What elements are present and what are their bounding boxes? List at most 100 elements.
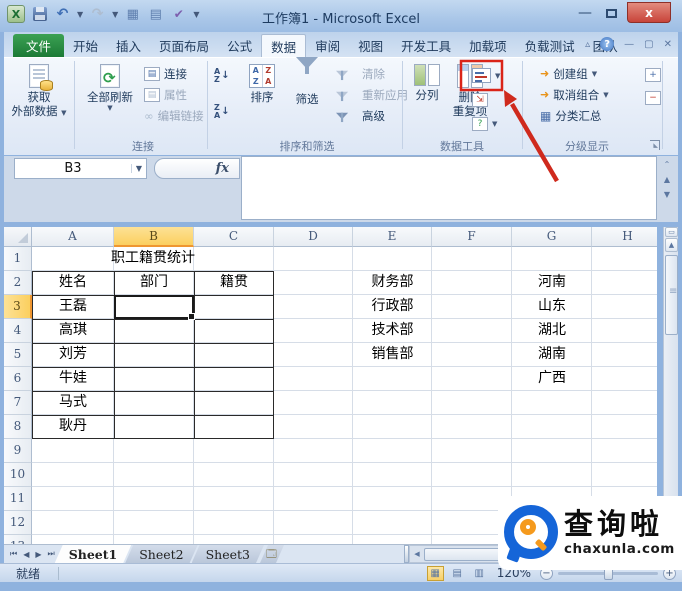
scroll-left-button[interactable]: ◀ (410, 550, 424, 558)
page-break-view-button[interactable]: ▥ (471, 566, 488, 581)
cell-A6[interactable]: 牛娃 (32, 367, 114, 391)
doc-minimize-icon[interactable]: — (624, 39, 634, 50)
horizontal-scroll-thumb[interactable] (424, 548, 502, 561)
tab-数据[interactable]: 数据 (261, 34, 306, 57)
tab-加载项[interactable]: 加载项 (460, 34, 516, 57)
cell-G6[interactable]: 广西 (512, 367, 592, 391)
cell-G5[interactable]: 湖南 (512, 343, 592, 367)
tab-插入[interactable]: 插入 (107, 34, 150, 57)
column-header-F[interactable]: F (432, 227, 512, 247)
cell-G3[interactable]: 山东 (512, 295, 592, 319)
collapse-ribbon-icon[interactable]: ▵ (585, 39, 590, 50)
name-box-dropdown-icon[interactable]: ▼ (131, 164, 146, 173)
cell-A7[interactable]: 马式 (32, 391, 114, 415)
cell-E2[interactable]: 财务部 (353, 271, 432, 295)
data-validation-button[interactable]: ▼ (472, 66, 500, 85)
connections-button[interactable]: ▤ 连接 (144, 64, 187, 83)
tab-公式[interactable]: 公式 (218, 34, 261, 57)
next-sheet-icon[interactable]: ▶ (33, 550, 43, 559)
tab-开发工具[interactable]: 开发工具 (392, 34, 460, 57)
advanced-filter-button[interactable]: 高级 (336, 106, 385, 125)
sheet-tab-Sheet3[interactable]: Sheet3 (192, 545, 264, 563)
column-header-B[interactable]: B (114, 227, 194, 247)
tab-视图[interactable]: 视图 (349, 34, 392, 57)
filter-button[interactable]: 筛选 (285, 61, 329, 137)
row-header-7[interactable]: 7 (4, 391, 32, 415)
last-sheet-icon[interactable]: ⏭ (46, 549, 57, 559)
row-header-10[interactable]: 10 (4, 463, 32, 487)
column-header-H[interactable]: H (592, 227, 657, 247)
tab-负载测试[interactable]: 负载测试 (516, 34, 584, 57)
tab-审阅[interactable]: 审阅 (306, 34, 349, 57)
page-layout-view-button[interactable]: ▤ (449, 566, 466, 581)
cell-E3[interactable]: 行政部 (353, 295, 432, 319)
insert-function-button[interactable]: fx (154, 158, 240, 179)
formula-scroll-up-icon[interactable]: ▲ (664, 175, 670, 184)
show-detail-button[interactable]: + (645, 65, 661, 84)
restore-button[interactable] (600, 4, 622, 22)
column-header-G[interactable]: G (512, 227, 592, 247)
cell-E4[interactable]: 技术部 (353, 319, 432, 343)
first-sheet-icon[interactable]: ⏮ (8, 549, 19, 559)
doc-close-icon[interactable]: ✕ (664, 39, 672, 50)
refresh-all-button[interactable]: ⟳ 全部刷新 ▼ (80, 61, 140, 137)
normal-view-button[interactable]: ▦ (427, 566, 444, 581)
cell-E5[interactable]: 销售部 (353, 343, 432, 367)
collapse-formula-bar-icon[interactable]: ⌃ (664, 160, 671, 169)
consolidate-button[interactable]: ⇲ (472, 90, 488, 109)
cell-A4[interactable]: 高琪 (32, 319, 114, 343)
outline-dialog-launcher-icon[interactable] (650, 140, 660, 150)
formula-input[interactable] (241, 156, 657, 220)
select-all-corner[interactable] (4, 227, 32, 247)
sheet-tab-Sheet1[interactable]: Sheet1 (55, 545, 132, 563)
tab-开始[interactable]: 开始 (64, 34, 107, 57)
cell-B2[interactable]: 部门 (114, 271, 194, 295)
sheet-nav-buttons[interactable]: ⏮ ◀ ▶ ⏭ (4, 545, 61, 563)
row-header-4[interactable]: 4 (4, 319, 32, 343)
sort-ascending-button[interactable]: AZ↓ (214, 66, 234, 85)
vertical-scroll-thumb[interactable] (665, 255, 678, 335)
row-header-9[interactable]: 9 (4, 439, 32, 463)
cell-A3[interactable]: 王磊 (32, 295, 114, 319)
help-icon[interactable]: ? (600, 37, 614, 51)
text-to-columns-button[interactable]: 分列 (406, 61, 448, 137)
row-header-8[interactable]: 8 (4, 415, 32, 439)
tab-file[interactable]: 文件 (13, 34, 64, 57)
row-header-5[interactable]: 5 (4, 343, 32, 367)
cell-G4[interactable]: 湖北 (512, 319, 592, 343)
prev-sheet-icon[interactable]: ◀ (21, 550, 31, 559)
name-box[interactable]: B3 ▼ (14, 158, 147, 179)
column-header-C[interactable]: C (194, 227, 274, 247)
cell-A5[interactable]: 刘芳 (32, 343, 114, 367)
row-header-3[interactable]: 3 (4, 295, 32, 319)
cell-A8[interactable]: 耿丹 (32, 415, 114, 439)
doc-restore-icon[interactable]: ▢ (644, 39, 653, 50)
scroll-up-button[interactable]: ▲ (665, 238, 678, 252)
cell-A1[interactable]: 职工籍贯统计 (32, 247, 274, 271)
row-header-2[interactable]: 2 (4, 271, 32, 295)
sort-descending-button[interactable]: ZA↓ (214, 102, 234, 121)
subtotal-button[interactable]: ▦ 分类汇总 (540, 106, 601, 125)
row-header-11[interactable]: 11 (4, 487, 32, 511)
row-header-12[interactable]: 12 (4, 511, 32, 535)
zoom-slider[interactable] (558, 572, 658, 575)
sort-button[interactable]: AZZA 排序 (240, 61, 284, 137)
cell-A2[interactable]: 姓名 (32, 271, 114, 295)
formula-scroll-down-icon[interactable]: ▼ (664, 190, 670, 199)
create-group-button[interactable]: ➜ 创建组▼ (540, 64, 597, 83)
cell-G2[interactable]: 河南 (512, 271, 592, 295)
row-header-6[interactable]: 6 (4, 367, 32, 391)
column-header-A[interactable]: A (32, 227, 114, 247)
minimize-button[interactable]: — (574, 4, 596, 22)
get-external-data-button[interactable]: 获取 外部数据 ▼ (9, 61, 69, 137)
tab-页面布局[interactable]: 页面布局 (150, 34, 218, 57)
close-button[interactable]: x (627, 2, 671, 23)
hide-detail-button[interactable]: − (645, 88, 661, 107)
column-header-E[interactable]: E (353, 227, 432, 247)
split-box[interactable]: ▭ (665, 227, 678, 237)
what-if-analysis-button[interactable]: ? ▼ (472, 114, 497, 133)
column-header-D[interactable]: D (274, 227, 353, 247)
row-header-1[interactable]: 1 (4, 247, 32, 271)
cell-C2[interactable]: 籍贯 (194, 271, 274, 295)
ungroup-button[interactable]: ➜ 取消组合▼ (540, 85, 609, 104)
